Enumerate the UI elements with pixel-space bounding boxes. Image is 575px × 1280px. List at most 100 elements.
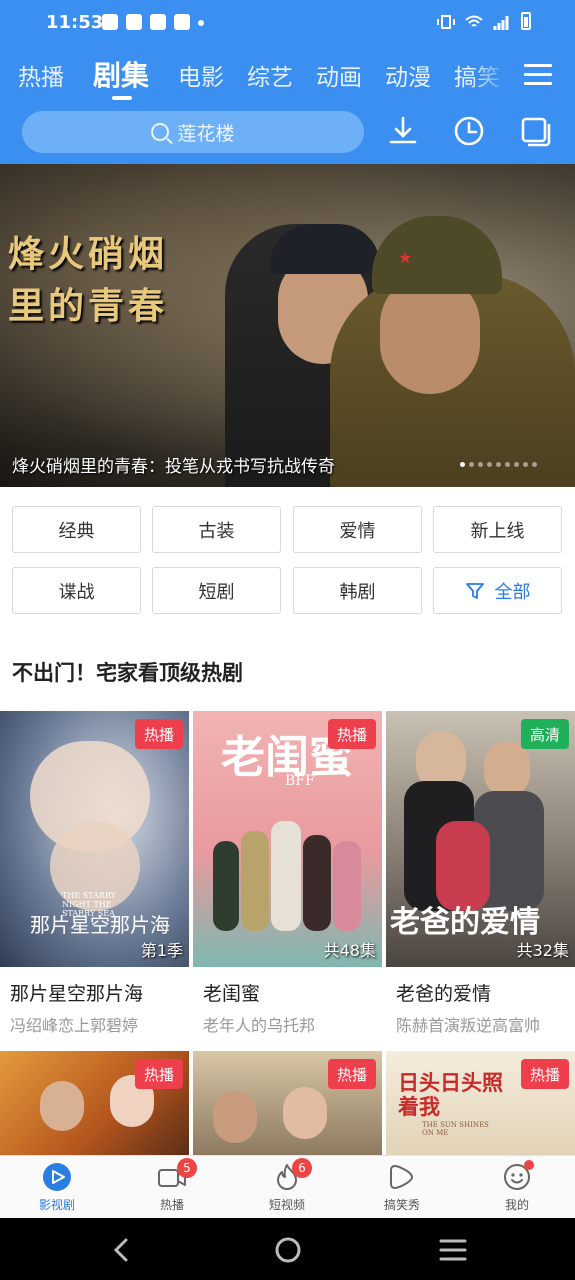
tab-hot[interactable]: 热播 [18,58,64,92]
genre-classic-button[interactable]: 经典 [12,506,141,553]
tab-movie[interactable]: 电影 [178,58,224,92]
smile-icon [502,1160,534,1192]
hot-badge: 热播 [328,719,376,749]
featured-banner[interactable]: ★ 烽火硝烟里的青春 烽火硝烟里的青春：投笔从戎书写抗战传奇 [0,164,575,487]
genre-spy-button[interactable]: 谍战 [12,567,141,614]
carousel-dot [496,462,501,467]
tab-variety[interactable]: 综艺 [247,58,293,92]
system-navigation-bar [0,1218,575,1280]
hot-badge: 热播 [521,1059,569,1089]
series-card[interactable]: 老闺蜜 BFF 热播 共48集 老闺蜜 老年人的乌托邦 [193,711,382,1036]
tab-anime[interactable]: 动漫 [385,58,431,92]
category-tabs: 热播 剧集 电影 综艺 动画 动漫 搞笑 [0,52,575,100]
carousel-dots [460,462,537,467]
notification-badge: 6 [292,1158,312,1178]
search-input[interactable]: 莲花楼 [22,111,364,153]
genre-costume-button[interactable]: 古装 [152,506,281,553]
poster-title-art: 日头日头照着我 [398,1070,503,1119]
genre-short-button[interactable]: 短剧 [152,567,281,614]
history-icon[interactable] [452,114,486,148]
back-icon[interactable] [108,1236,136,1264]
genre-all-button[interactable]: 全部 [433,567,562,614]
series-poster: 热播 [193,1051,382,1155]
notification-icons [102,14,204,30]
carousel-dot [505,462,510,467]
home-icon[interactable] [273,1235,303,1265]
nav-label: 我的 [504,1198,529,1212]
video-icon: 5 [157,1158,197,1192]
active-tab-indicator [112,96,132,100]
carousel-dot [460,462,465,467]
series-card[interactable]: 老爸的爱情 高清 共32集 老爸的爱情 陈赫首演叛逆高富帅 [386,711,575,1036]
banner-caption: 烽火硝烟里的青春：投笔从戎书写抗战传奇 [12,457,335,477]
series-card[interactable]: 热播 [193,1051,382,1155]
mail-icon [150,14,166,30]
poster-figure [40,1081,84,1131]
series-poster: 热播 [0,1051,189,1155]
poster-figure [213,1091,257,1143]
copy-icon[interactable] [518,114,552,148]
tab-fade [470,52,510,100]
nav-short-video[interactable]: 6 短视频 [237,1158,337,1213]
episode-label: 第1季 [140,941,183,960]
series-subtitle: 冯绍峰恋上郭碧婷 [10,1016,139,1035]
recents-icon[interactable] [438,1237,468,1263]
nav-label: 热播 [159,1198,184,1212]
status-bar: 11:53 [0,0,575,46]
menu-icon[interactable] [524,64,552,88]
series-subtitle: 陈赫首演叛逆高富帅 [396,1016,541,1035]
tab-series[interactable]: 剧集 [93,54,149,94]
filter-icon [465,582,484,599]
system-icons [437,12,531,30]
signal-icon [493,16,509,30]
genre-grid: 经典 古装 爱情 新上线 谍战 短剧 韩剧 全部 [0,487,575,637]
genre-new-button[interactable]: 新上线 [433,506,562,553]
nav-movies-tv[interactable]: 影视剧 [7,1162,107,1213]
poster-group-figures [213,821,363,931]
genre-romance-button[interactable]: 爱情 [293,506,422,553]
carousel-dot [469,462,474,467]
cap-star-icon: ★ [398,248,413,267]
genre-korean-button[interactable]: 韩剧 [293,567,422,614]
series-poster: 日头日头照着我 THE SUN SHINES ON ME 热播 [386,1051,575,1155]
series-subtitle: 老年人的乌托邦 [203,1016,316,1035]
series-card[interactable]: 日头日头照着我 THE SUN SHINES ON ME 热播 [386,1051,575,1155]
notification-badge: 5 [177,1158,197,1178]
series-card[interactable]: 热播 [0,1051,189,1155]
telegram-icon [102,14,118,30]
carousel-dot [523,462,528,467]
series-poster: 那片星空那片海 THE STARRY NIGHT THE STARRY SEA … [0,711,189,967]
nav-hot[interactable]: 5 热播 [122,1158,222,1213]
poster-figure [283,1087,327,1139]
hot-badge: 热播 [328,1059,376,1089]
series-poster: 老爸的爱情 高清 共32集 [386,711,575,967]
more-dot-icon [198,20,204,26]
red-dot [524,1160,534,1170]
hot-badge: 热播 [135,1059,183,1089]
banner-figure [270,224,380,274]
nav-label: 影视剧 [38,1198,75,1212]
poster-en-art: THE SUN SHINES ON ME [422,1121,489,1137]
episode-label: 共48集 [323,941,376,960]
poster-figure [484,741,530,797]
carousel-dot [478,462,483,467]
series-card[interactable]: 那片星空那片海 THE STARRY NIGHT THE STARRY SEA … [0,711,189,1036]
series-title: 那片星空那片海 [10,983,144,1005]
status-time: 11:53 [46,12,104,33]
nav-label: 短视频 [268,1198,305,1212]
nav-funny-show[interactable]: 搞笑秀 [352,1162,452,1213]
tab-animation[interactable]: 动画 [316,58,362,92]
series-title: 老闺蜜 [203,983,261,1005]
bottom-navigation: 影视剧 5 热播 6 短视频 搞笑秀 我的 [0,1155,575,1218]
hd-badge: 高清 [521,719,569,749]
wifi-icon [465,15,483,27]
carousel-dot [514,462,519,467]
poster-en-art: THE STARRY NIGHT THE STARRY SEA [62,891,116,918]
hot-badge: 热播 [135,719,183,749]
nav-mine[interactable]: 我的 [467,1160,567,1213]
banner-art-title: 烽火硝烟里的青春 [8,233,169,327]
nav-label: 搞笑秀 [383,1198,420,1212]
genre-all-label: 全部 [494,581,531,603]
download-icon[interactable] [386,114,420,148]
flame-icon: 6 [272,1158,312,1192]
